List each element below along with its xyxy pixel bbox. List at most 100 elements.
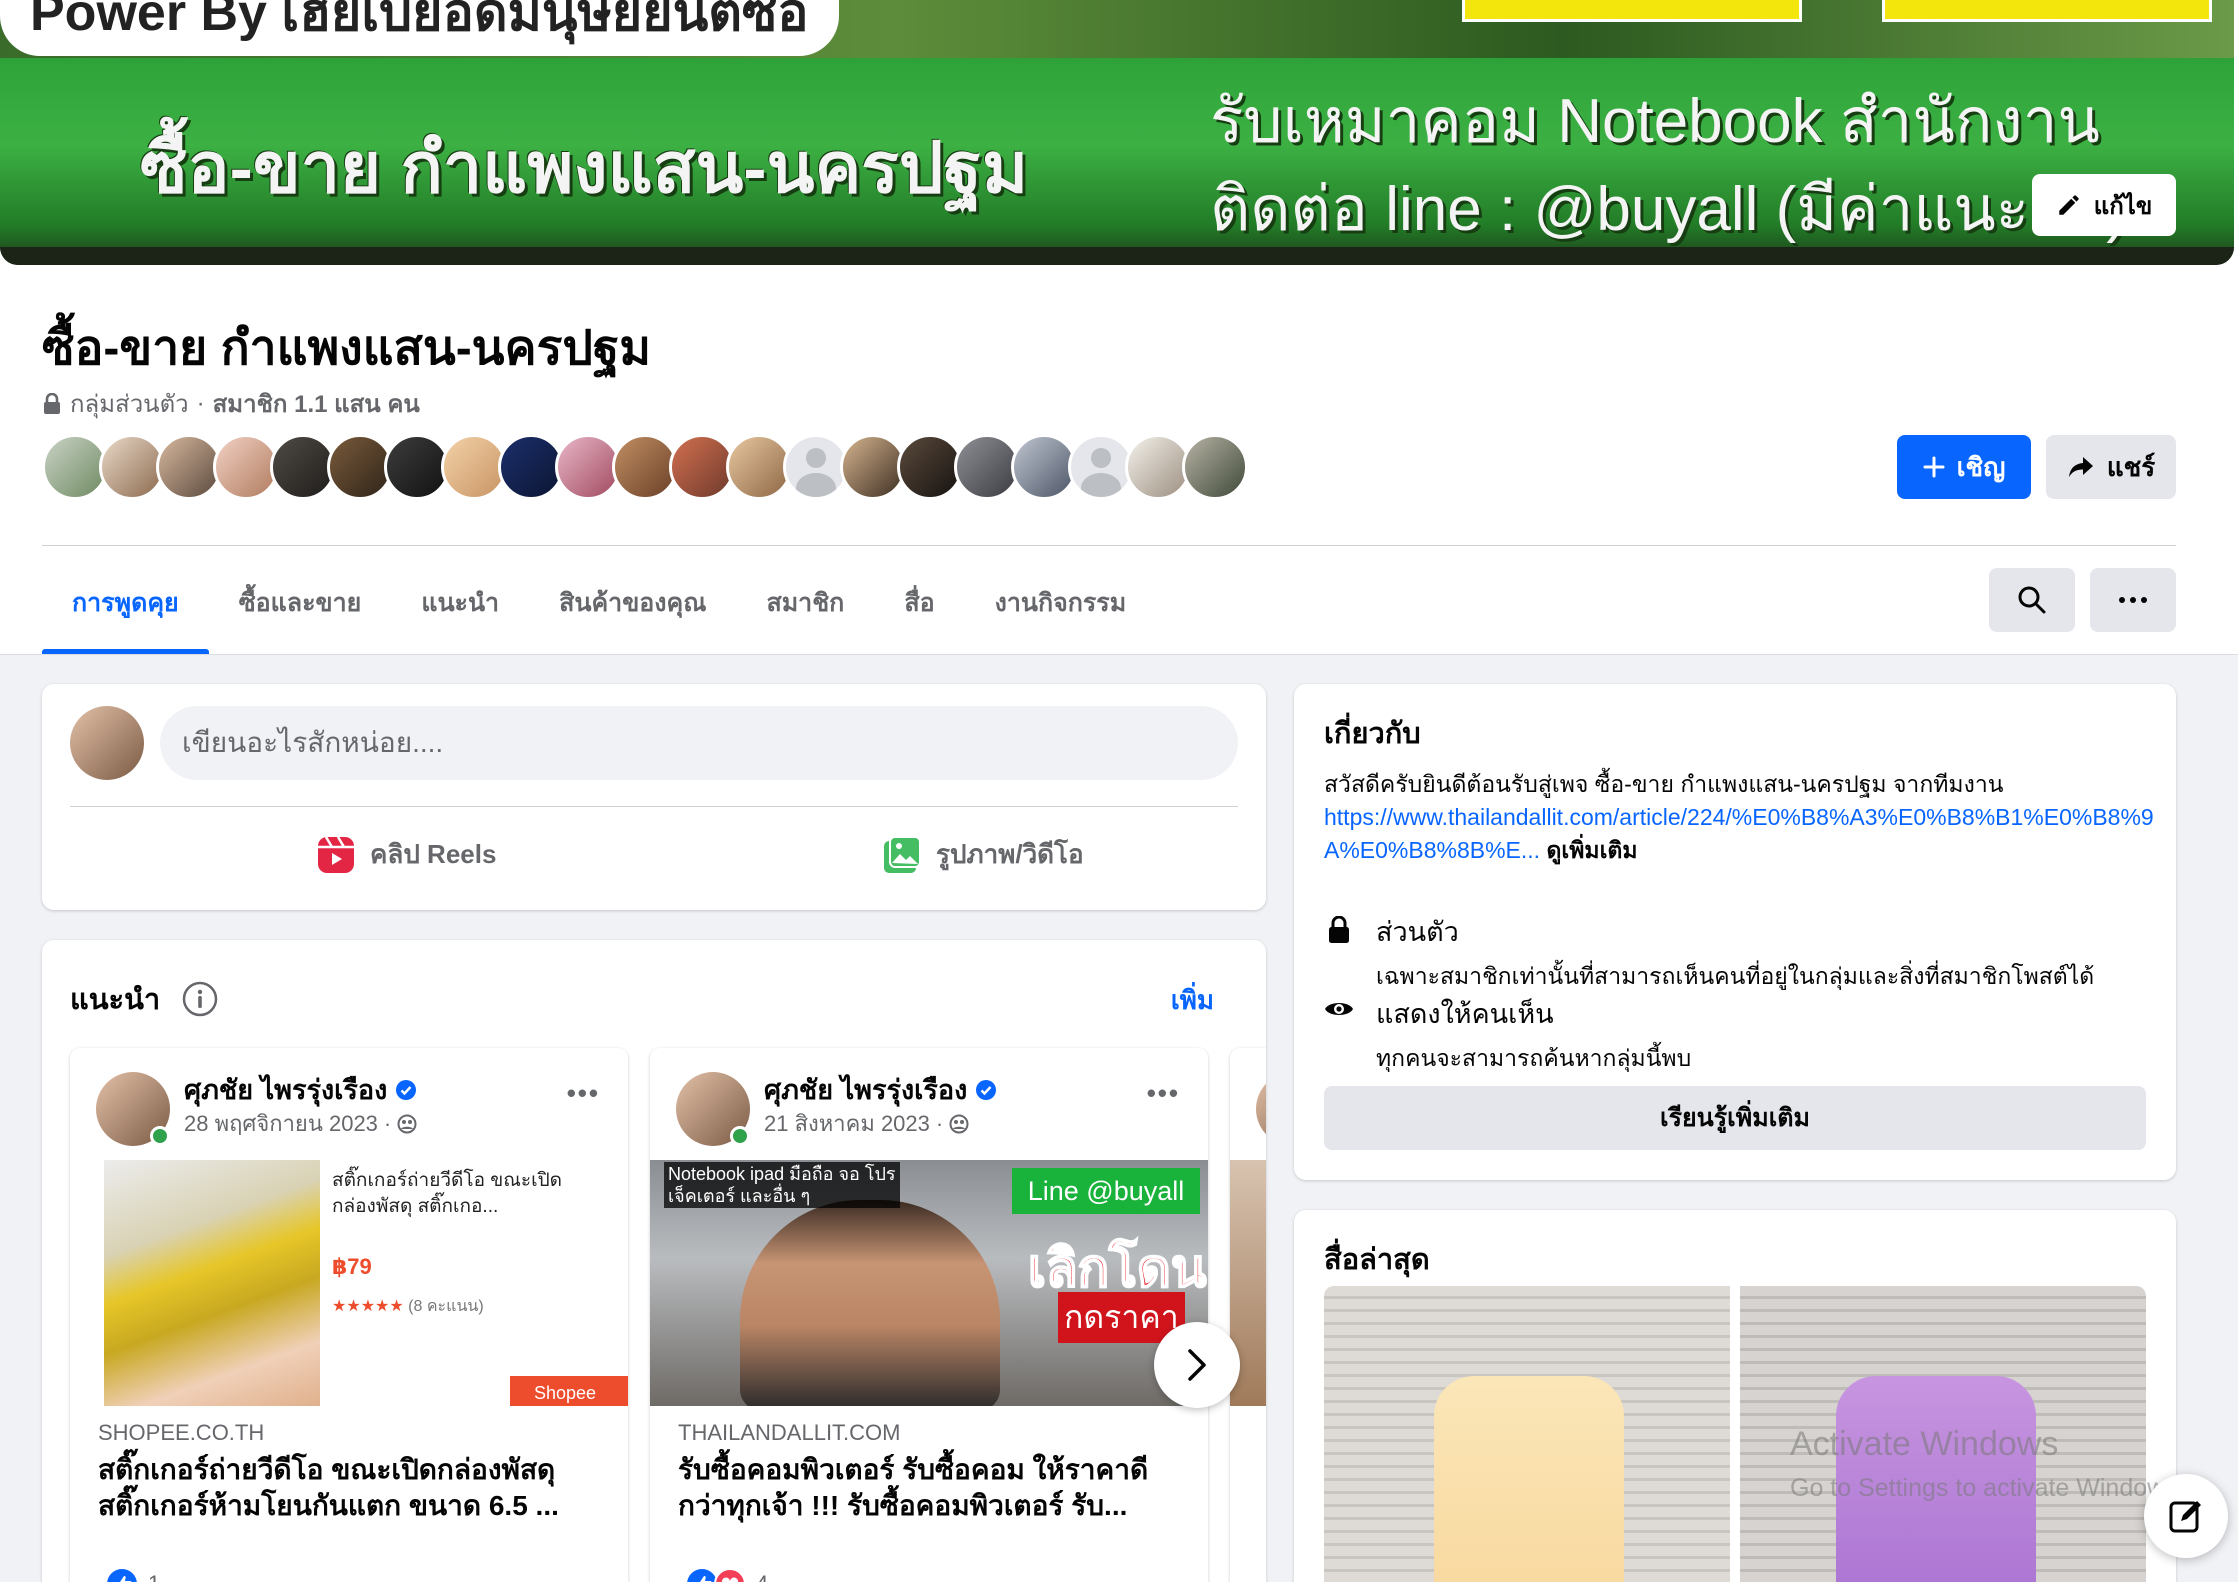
post-options-button[interactable]: ••• [1147,1078,1180,1109]
invite-label: เชิญ [1956,451,2006,482]
search-icon [2018,586,2046,614]
post-date[interactable]: 28 พฤศจิกายน 2023 · [184,1106,417,1141]
privacy-row: ส่วนตัว เฉพาะสมาชิกเท่านั้นที่สามารถเห็น… [1324,910,2094,995]
plus-icon [1923,456,1945,478]
media-line-badge: Line @buyall [1012,1168,1200,1214]
post-date-separator: · [935,1110,944,1136]
info-icon[interactable] [182,981,218,1017]
product-price: ฿79 [332,1254,372,1279]
shopee-label: Shopee [534,1383,597,1403]
lock-icon [44,392,60,414]
group-more-button[interactable] [2090,568,2176,632]
featured-header: แนะนำ [70,976,218,1022]
rating-stars: ★★★★★ [332,1298,404,1315]
post-author-name: ศุภชัย ไพรรุ่งเรือง [764,1075,968,1105]
chevron-right-icon [1188,1349,1206,1381]
photo-video-button[interactable]: รูปภาพ/วิดีโอ [882,834,1084,875]
like-reaction-icon [107,1569,137,1582]
tab-featured[interactable]: แนะนำ [391,568,529,654]
tab-discussion[interactable]: การพูดคุย [42,568,209,654]
product-rating: ★★★★★ (8 คะแนน) [332,1294,484,1319]
group-members-count[interactable]: สมาชิก 1.1 แสน คน [213,384,420,423]
online-indicator [150,1126,170,1146]
share-button[interactable]: แชร์ [2046,435,2176,499]
post-reactions[interactable]: 4 [686,1568,768,1582]
new-message-button[interactable] [2144,1474,2228,1558]
compose-icon [2169,1501,2201,1533]
composer-input[interactable]: เขียนอะไรสักหน่อย.... [160,706,1238,780]
member-avatars[interactable] [42,434,1248,500]
group-audience-icon [949,1114,969,1133]
see-more-link[interactable]: ดูเพิ่มเติม [1546,837,1637,863]
post-author[interactable]: ศุภชัย ไพรรุ่งเรือง [184,1068,417,1111]
avatar[interactable] [70,706,144,780]
cover-line-1: รับเหมาคอม Notebook สำนักงาน [1210,87,2100,156]
cover-photo[interactable]: Power By เฮียเบียอดมนุษย์ยนต์ซ่อ ซื้อ-ขา… [0,0,2234,265]
group-meta: กลุ่มส่วนตัว · สมาชิก 1.1 แสน คน [42,384,420,423]
about-description-text: สวัสดีครับยินดีต้อนรับสู่เพจ ซื้อ-ขาย กำ… [1324,771,2004,797]
reels-button[interactable]: คลิป Reels [316,834,496,875]
verified-badge-icon [396,1079,417,1100]
avatar[interactable] [1182,434,1248,500]
post-date-text: 28 พฤศจิกายน 2023 [184,1111,378,1136]
featured-post[interactable] [1230,1048,1266,1582]
reaction-icons [686,1568,746,1582]
edit-cover-button[interactable]: แก้ไข [2032,174,2176,236]
featured-post[interactable]: ศุภชัย ไพรรุ่งเรือง 21 สิงหาคม 2023 · ••… [650,1048,1208,1582]
tab-events[interactable]: งานกิจกรรม [965,568,1157,654]
cover-bottom-strip [0,247,2234,265]
post-link-preview[interactable]: Notebook ipad มือถือ จอ โปรเจ็คเตอร์ และ… [650,1160,1208,1406]
tab-buy-sell[interactable]: ซื้อและขาย [209,568,392,654]
tab-members[interactable]: สมาชิก [736,568,874,654]
lock-icon [1329,916,1349,943]
photo-video-label: รูปภาพ/วิดีโอ [936,839,1084,869]
pencil-icon [2059,195,2079,215]
featured-more-link[interactable]: เพิ่ม [1171,980,1214,1021]
product-image [104,1160,320,1406]
group-name[interactable]: ซื้อ-ขาย กำแพงแสน-นครปฐม [42,310,651,386]
about-title: เกี่ยวกับ [1324,718,1421,750]
tab-media[interactable]: สื่อ [874,568,964,654]
privacy-description: เฉพาะสมาชิกเท่านั้นที่สามารถเห็นคนที่อยู… [1376,963,2095,989]
reels-icon [318,835,354,873]
more-dots-icon [2119,597,2147,603]
recent-media-title: สื่อล่าสุด [1324,1244,1430,1276]
cover-yellow-box [1462,0,1802,22]
post-date[interactable]: 21 สิงหาคม 2023 · [764,1106,969,1141]
post-link-preview[interactable]: สติ๊กเกอร์ถ่ายวีดีโอ ขณะเปิดกล่องพัสดุ ส… [70,1160,628,1406]
carousel-next-button[interactable] [1154,1322,1240,1408]
featured-section: แนะนำ เพิ่ม ศุภชัย ไพรรุ่งเรือง 28 พฤศจิ… [42,940,1266,1582]
link-title[interactable]: รับซื้อคอมพิวเตอร์ รับซื้อคอม ให้ราคาดีก… [678,1452,1188,1524]
media-thumbnail[interactable] [1324,1286,1730,1582]
invite-button[interactable]: เชิญ [1897,435,2031,499]
post-date-text: 21 สิงหาคม 2023 [764,1111,930,1136]
about-link[interactable]: https://www.thailandallit.com/article/22… [1324,804,2154,863]
tab-your-listings[interactable]: สินค้าของคุณ [529,568,736,654]
post-date-separator: · [383,1110,392,1136]
group-search-button[interactable] [1989,568,2075,632]
avatar[interactable] [1256,1072,1266,1146]
online-indicator [730,1126,750,1146]
post-options-button[interactable]: ••• [567,1078,600,1109]
header-divider [42,545,2176,546]
link-title[interactable]: สติ๊กเกอร์ถ่ายวีดีโอ ขณะเปิดกล่องพัสดุ ส… [98,1452,608,1524]
featured-post[interactable]: ศุภชัย ไพรรุ่งเรือง 28 พฤศจิกายน 2023 · … [70,1048,628,1582]
privacy-title: ส่วนตัว [1376,917,1459,947]
post-author[interactable]: ศุภชัย ไพรรุ่งเรือง [764,1068,997,1111]
link-domain: SHOPEE.CO.TH [98,1420,265,1445]
learn-more-button[interactable]: เรียนรู้เพิ่มเติม [1324,1086,2146,1150]
love-reaction-icon [714,1568,746,1582]
post-reactions[interactable]: 1 [106,1568,160,1582]
visibility-title: แสดงให้คนเห็น [1376,999,1554,1029]
composer-divider [70,806,1238,807]
verified-badge-icon [976,1079,997,1100]
eye-icon [1325,1003,1353,1015]
cover-title: ซื้อ-ขาย กำแพงแสน-นครปฐม [140,129,1029,207]
group-privacy[interactable]: กลุ่มส่วนตัว [70,384,189,423]
meta-separator: · [196,389,205,417]
about-description: สวัสดีครับยินดีต้อนรับสู่เพจ ซื้อ-ขาย กำ… [1324,768,2154,867]
share-arrow-icon [2068,457,2093,477]
post-author-name: ศุภชัย ไพรรุ่งเรือง [184,1075,388,1105]
reaction-count: 1 [148,1571,160,1582]
media-tag: Notebook ipad มือถือ จอ โปรเจ็คเตอร์ และ… [664,1162,900,1208]
